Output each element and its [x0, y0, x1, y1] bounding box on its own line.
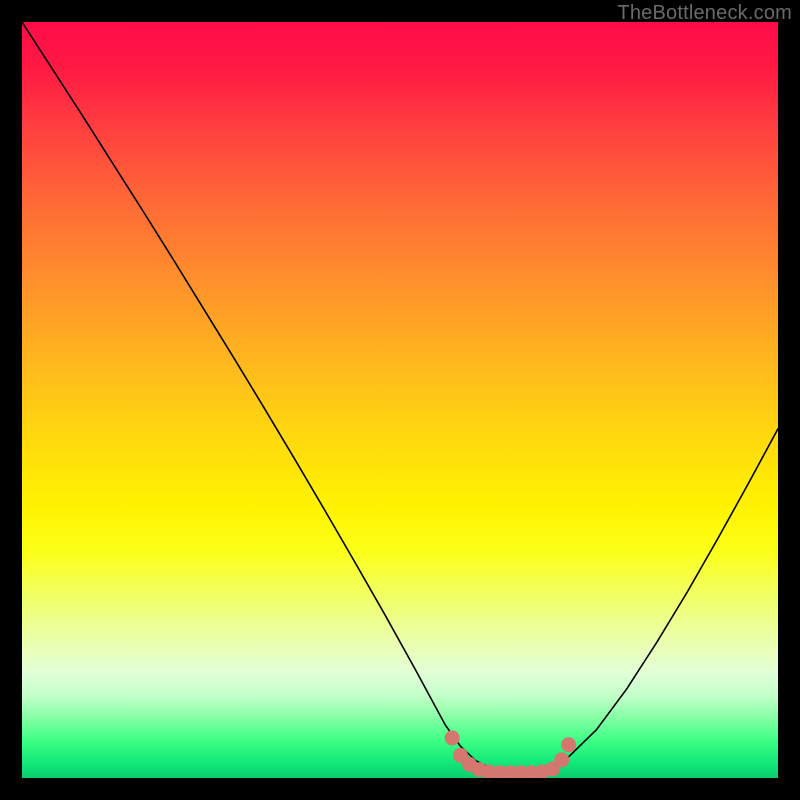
bottleneck-marker — [561, 737, 576, 752]
bottleneck-curve-path — [22, 22, 778, 770]
chart-svg — [22, 22, 778, 778]
bottleneck-markers-group — [445, 730, 576, 778]
chart-frame: TheBottleneck.com — [0, 0, 800, 800]
bottleneck-marker — [554, 752, 569, 767]
chart-plot-area — [22, 22, 778, 778]
bottleneck-marker — [445, 730, 460, 745]
watermark-text: TheBottleneck.com — [617, 2, 792, 25]
